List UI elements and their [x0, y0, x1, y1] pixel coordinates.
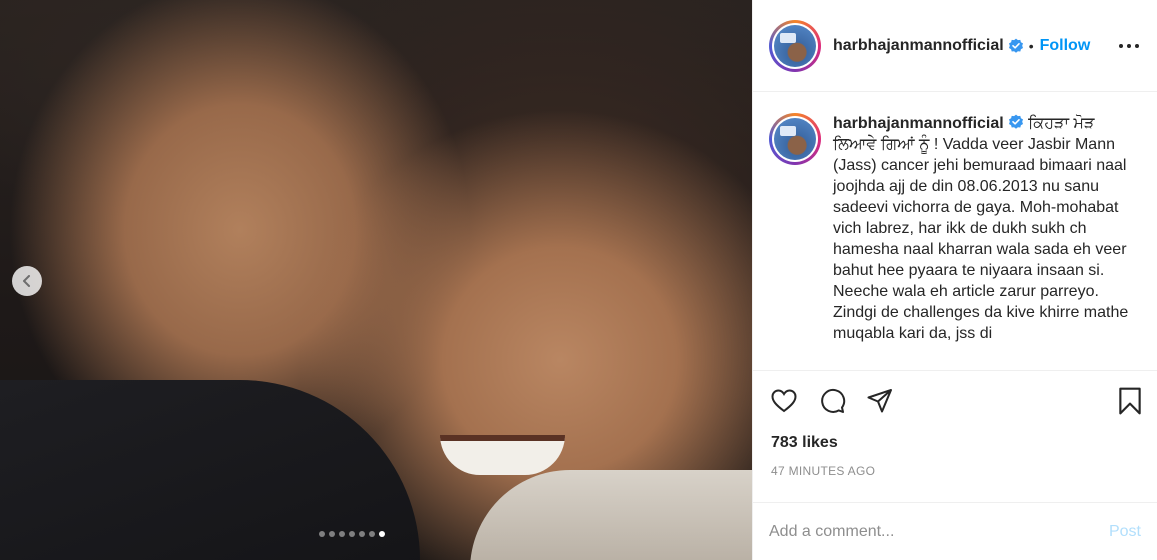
action-bar [753, 371, 1157, 431]
like-heart-icon[interactable] [769, 386, 799, 416]
likes-count[interactable]: 783 likes [753, 434, 1157, 452]
chevron-left-icon [23, 275, 30, 287]
post-header: harbhajanmannofficial • Follow [753, 0, 1157, 92]
carousel-prev-button[interactable] [12, 266, 42, 296]
share-paper-plane-icon[interactable] [865, 386, 895, 416]
carousel-dot [369, 531, 375, 537]
carousel-dot [379, 531, 385, 537]
caption-comment: harbhajanmannofficial ਕਿਹੜਾ ਮੋੜ ਲਿਆਵੇ ਗਿ… [769, 113, 1141, 344]
header-username[interactable]: harbhajanmannofficial [833, 37, 1004, 55]
comment-input[interactable] [769, 522, 1109, 541]
comment-bubble-icon[interactable] [817, 386, 847, 416]
post-comment-button[interactable]: Post [1109, 523, 1141, 541]
caption-text: harbhajanmannofficial ਕਿਹੜਾ ਮੋੜ ਲਿਆਵੇ ਗਿ… [833, 113, 1133, 344]
carousel-dot [329, 531, 335, 537]
story-ring[interactable] [769, 19, 821, 72]
caption-story-ring[interactable] [769, 113, 821, 165]
caption-username[interactable]: harbhajanmannofficial [833, 115, 1004, 132]
caption-body: ਕਿਹੜਾ ਮੋੜ ਲਿਆਵੇ ਗਿਆਂ ਨੂੰ ! Vadda veer Ja… [833, 115, 1129, 342]
save-bookmark-icon[interactable] [1115, 386, 1145, 416]
separator-bullet: • [1028, 37, 1034, 54]
add-comment-bar: Post [753, 502, 1157, 560]
carousel-indicator [319, 530, 385, 538]
carousel-dot [319, 531, 325, 537]
verified-badge-icon [1008, 114, 1024, 130]
follow-button[interactable]: Follow [1040, 37, 1091, 55]
post-timestamp[interactable]: 47 MINUTES AGO [753, 464, 1157, 478]
carousel-dot [359, 531, 365, 537]
avatar[interactable] [774, 24, 816, 67]
carousel-dot [339, 531, 345, 537]
carousel-dot [349, 531, 355, 537]
post-actions-area: 783 likes 47 MINUTES AGO [753, 370, 1157, 500]
caption-avatar[interactable] [774, 118, 816, 160]
verified-badge-icon [1008, 38, 1024, 54]
post-photo[interactable] [0, 0, 752, 560]
comments-section: harbhajanmannofficial ਕਿਹੜਾ ਮੋੜ ਲਿਆਵੇ ਗਿ… [753, 93, 1157, 370]
more-options-icon[interactable] [1119, 36, 1139, 56]
post-info-panel: harbhajanmannofficial • Follow harbhajan… [752, 0, 1157, 560]
